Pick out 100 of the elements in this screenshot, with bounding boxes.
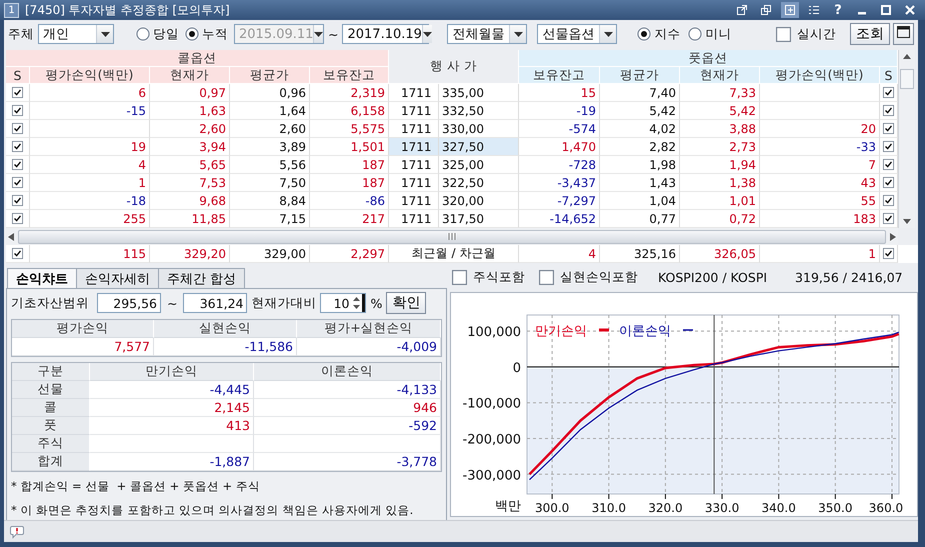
- column-header: 이론손익: [254, 363, 441, 381]
- x-tick-label: 330.0: [704, 501, 740, 515]
- y-tick-label: 100,000: [467, 325, 521, 340]
- table-cell: 4: [519, 245, 600, 263]
- alert-icon[interactable]: [10, 524, 24, 538]
- popout-icon[interactable]: [736, 4, 748, 16]
- column-header: 구분: [12, 363, 90, 381]
- column-header: 평가+실현손익: [297, 320, 441, 338]
- table-cell: -4,133: [254, 381, 441, 399]
- checkbox[interactable]: [883, 123, 894, 134]
- column-header: 현재가: [150, 67, 230, 84]
- checkbox[interactable]: [883, 177, 894, 188]
- legend-swatch: [599, 328, 609, 332]
- table-cell: 1: [760, 245, 880, 263]
- table-cell: 413: [90, 417, 254, 435]
- checkbox[interactable]: [883, 248, 894, 259]
- scroll-thumb[interactable]: [18, 230, 886, 244]
- checkbox[interactable]: [883, 159, 894, 170]
- column-group-header: 콜옵션: [6, 50, 389, 67]
- end-date-field[interactable]: 2017.10.19: [342, 24, 430, 44]
- y-tick-label: -300,000: [462, 468, 521, 484]
- confirm-button[interactable]: 확인: [386, 292, 426, 314]
- x-tick-label: 350.0: [818, 501, 853, 515]
- maximize-icon[interactable]: [880, 4, 892, 16]
- checkbox[interactable]: [12, 177, 23, 188]
- table-cell: 최근월 / 차근월: [389, 245, 519, 263]
- tab[interactable]: 손익챠트: [7, 268, 77, 288]
- horizontal-scrollbar[interactable]: [6, 228, 898, 245]
- checkbox[interactable]: [12, 87, 23, 98]
- query-button[interactable]: 조회: [850, 23, 890, 45]
- checkbox[interactable]: [883, 105, 894, 116]
- column-header: 보유잔고: [519, 67, 600, 84]
- radio-label: 당일: [153, 26, 179, 42]
- checkbox[interactable]: [452, 270, 467, 284]
- scroll-right-icon[interactable]: [890, 232, 896, 240]
- y-tick-label: -200,000: [462, 432, 521, 448]
- scroll-up-icon[interactable]: [903, 54, 911, 59]
- window-badge: 1: [4, 2, 19, 18]
- scroll-down-icon[interactable]: [903, 219, 911, 224]
- help-button[interactable]: ?: [829, 2, 847, 18]
- index-label: KOSPI200 / KOSPI: [658, 270, 768, 284]
- index-value: 319,56 / 2416,07: [795, 270, 903, 284]
- x-tick-label: 340.0: [762, 501, 796, 515]
- checkbox[interactable]: [12, 141, 23, 152]
- checkbox[interactable]: [12, 248, 23, 259]
- radio-label: 미니: [705, 26, 732, 42]
- x-tick-label: 320.0: [648, 501, 683, 515]
- window-icon: [897, 26, 910, 38]
- checkbox[interactable]: [883, 195, 894, 206]
- layout-button[interactable]: [893, 23, 914, 45]
- table-cell: -592: [254, 417, 441, 435]
- checkbox[interactable]: [883, 87, 894, 98]
- checkbox[interactable]: [883, 213, 894, 224]
- month-select[interactable]: 전체월물: [447, 24, 528, 44]
- row-header: 합계: [12, 453, 90, 471]
- column-header: 평균가: [600, 67, 680, 84]
- footnote: * 합계손익 = 선물 + 콜옵션 + 풋옵션 + 주식: [11, 479, 261, 494]
- row-header: 주식: [12, 435, 90, 453]
- range-to-field[interactable]: 361,24: [183, 293, 248, 313]
- subject-select[interactable]: 개인: [38, 24, 114, 44]
- list-icon[interactable]: [808, 4, 820, 16]
- table-cell: 946: [254, 399, 441, 417]
- checkbox[interactable]: [12, 159, 23, 170]
- row-header: 선물: [12, 381, 90, 399]
- checkbox[interactable]: [12, 105, 23, 116]
- table-cell: 1711: [389, 138, 439, 156]
- x-tick-label: 310.0: [592, 501, 626, 515]
- percent-spinner[interactable]: 10: [320, 293, 366, 313]
- footnote: * 이 화면은 추정치를 포함하고 있으며 의사결정의 책임은 사용자에게 있음.: [11, 503, 414, 518]
- radio-button[interactable]: [185, 27, 199, 41]
- legend-label: 만기손익: [535, 324, 587, 339]
- tab[interactable]: 손익자세히: [76, 268, 159, 288]
- checkbox[interactable]: [883, 141, 894, 152]
- checkbox-label: 실현손익포함: [560, 268, 638, 286]
- y-tick-label: -100,000: [462, 396, 521, 412]
- checkbox[interactable]: [12, 195, 23, 206]
- table-cell: 325,16: [600, 245, 680, 263]
- y-axis-unit: 백만: [495, 499, 521, 514]
- scroll-left-icon[interactable]: [8, 232, 14, 240]
- checkbox[interactable]: [12, 213, 23, 224]
- product-select[interactable]: 선물옵션: [537, 24, 618, 44]
- copy-icon[interactable]: [760, 4, 772, 16]
- radio-button[interactable]: [136, 27, 150, 41]
- radio-button[interactable]: [688, 27, 702, 41]
- realtime-label: 실시간: [797, 26, 836, 42]
- radio-label: 누적: [202, 26, 228, 42]
- checkbox[interactable]: [539, 270, 554, 284]
- table-cell: 327,50: [439, 138, 519, 156]
- column-header: 평가손익: [12, 320, 154, 338]
- radio-button[interactable]: [637, 27, 652, 41]
- tab[interactable]: 주체간 합성: [158, 268, 246, 288]
- checkbox[interactable]: [12, 123, 23, 134]
- range-from-field[interactable]: 295,56: [97, 293, 161, 313]
- scroll-thumb[interactable]: [900, 69, 914, 89]
- close-icon[interactable]: [904, 4, 916, 16]
- tilde-label: ~: [167, 296, 178, 310]
- checkbox[interactable]: [776, 26, 791, 42]
- table-cell: -4,009: [297, 338, 441, 356]
- column-header: S: [880, 67, 898, 84]
- dropdown-arrow-icon: [514, 32, 523, 36]
